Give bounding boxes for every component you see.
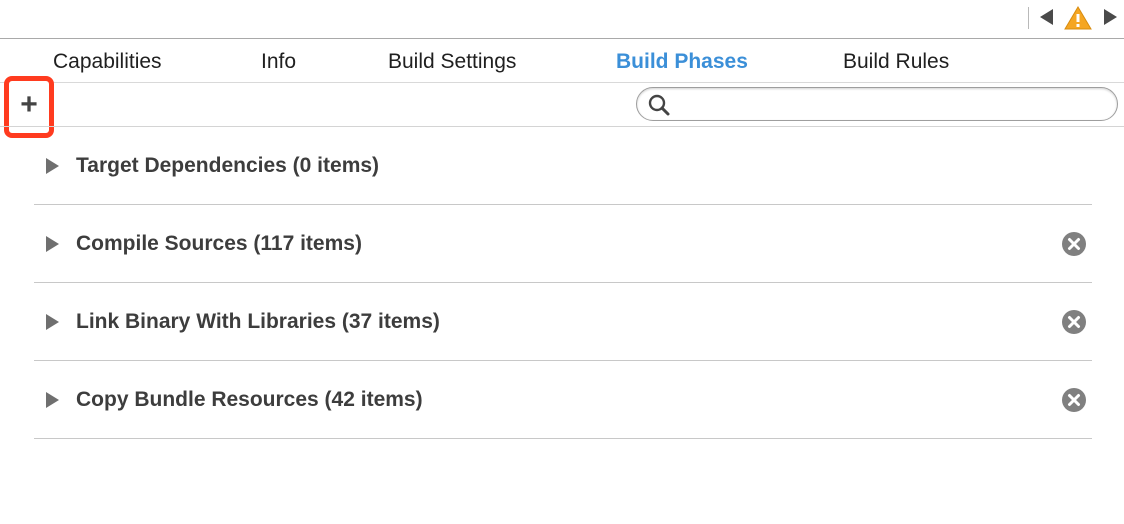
build-phase-row: Link Binary With Libraries (37 items) bbox=[0, 283, 1124, 361]
tab-build-phases[interactable]: Build Phases bbox=[616, 39, 748, 83]
tab-info[interactable]: Info bbox=[261, 39, 296, 83]
build-phase-row: Target Dependencies (0 items) bbox=[0, 127, 1124, 205]
build-phase-title[interactable]: Link Binary With Libraries (37 items) bbox=[76, 310, 440, 334]
editor-tab-bar: Capabilities Info Build Settings Build P… bbox=[0, 39, 1124, 83]
disclosure-triangle-icon[interactable] bbox=[46, 392, 59, 408]
tab-capabilities[interactable]: Capabilities bbox=[53, 39, 162, 83]
add-build-phase-button[interactable]: + bbox=[10, 86, 48, 124]
back-arrow-icon[interactable] bbox=[1040, 9, 1053, 25]
search-input[interactable] bbox=[677, 92, 1101, 118]
divider bbox=[34, 438, 1092, 439]
forward-arrow-icon[interactable] bbox=[1104, 9, 1117, 25]
tab-build-settings[interactable]: Build Settings bbox=[388, 39, 516, 83]
remove-phase-icon[interactable] bbox=[1061, 309, 1087, 335]
disclosure-triangle-icon[interactable] bbox=[46, 158, 59, 174]
search-icon bbox=[648, 94, 670, 116]
search-field[interactable] bbox=[636, 87, 1118, 121]
build-phase-row: Copy Bundle Resources (42 items) bbox=[0, 361, 1124, 439]
build-phase-title[interactable]: Copy Bundle Resources (42 items) bbox=[76, 388, 423, 412]
warning-icon[interactable] bbox=[1064, 6, 1092, 30]
remove-phase-icon[interactable] bbox=[1061, 231, 1087, 257]
toolbar-divider bbox=[1028, 7, 1029, 29]
disclosure-triangle-icon[interactable] bbox=[46, 236, 59, 252]
tab-build-rules[interactable]: Build Rules bbox=[843, 39, 949, 83]
remove-phase-icon[interactable] bbox=[1061, 387, 1087, 413]
top-navigation-bar bbox=[0, 0, 1124, 38]
build-phase-title[interactable]: Compile Sources (117 items) bbox=[76, 232, 362, 256]
build-phase-title[interactable]: Target Dependencies (0 items) bbox=[76, 154, 379, 178]
build-phase-row: Compile Sources (117 items) bbox=[0, 205, 1124, 283]
disclosure-triangle-icon[interactable] bbox=[46, 314, 59, 330]
